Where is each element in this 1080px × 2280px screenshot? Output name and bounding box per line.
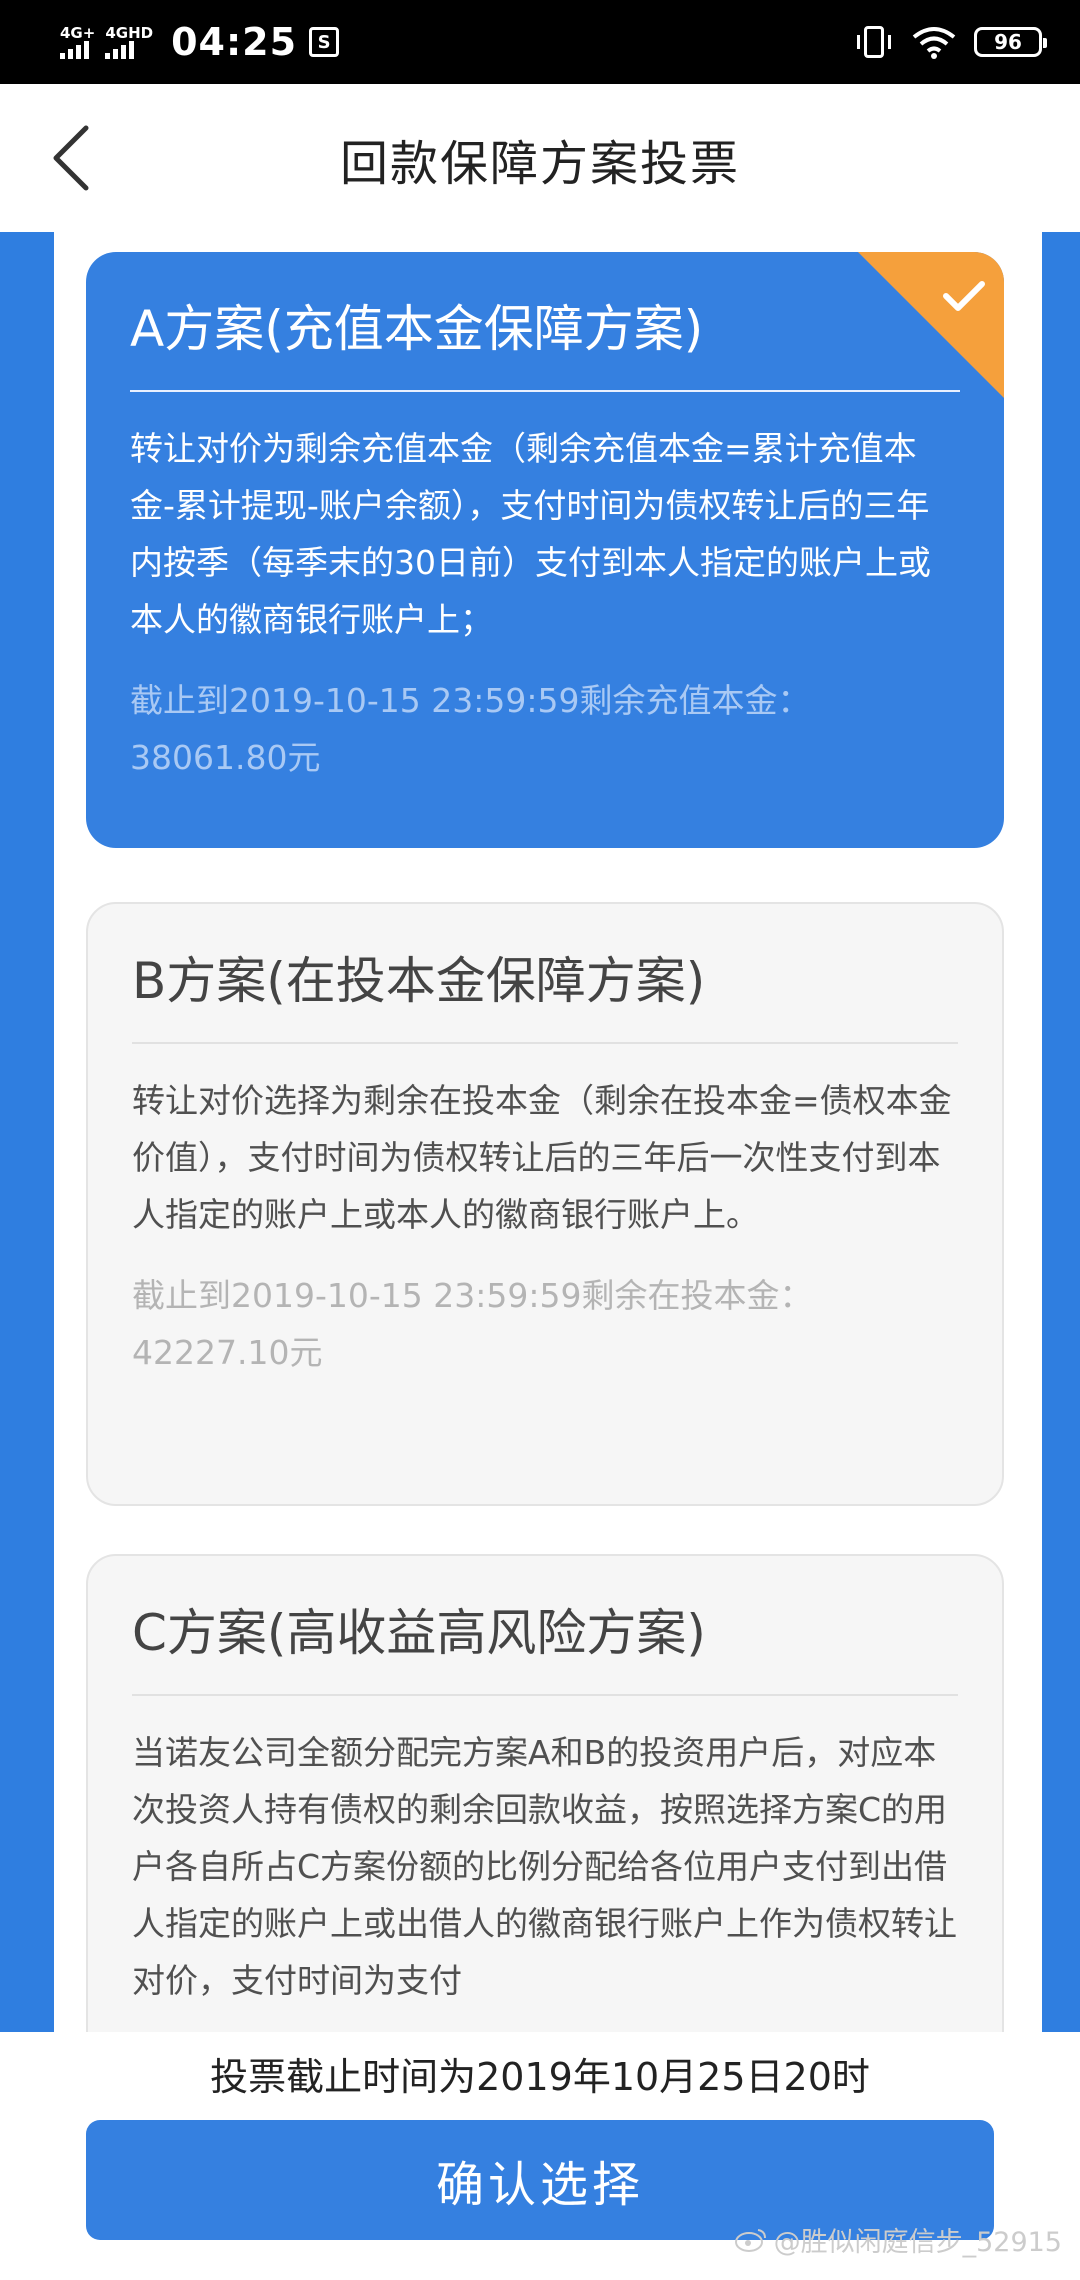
network-label: 4GHD xyxy=(105,24,154,42)
watermark: @胜似闲庭信步_52915 xyxy=(734,2220,1062,2259)
plan-card-c[interactable]: C方案(高收益高风险方案) 当诺友公司全额分配完方案A和B的投资用户后，对应本次… xyxy=(86,1554,1004,2032)
plan-title: B方案(在投本金保障方案) xyxy=(132,952,706,1010)
vote-deadline: 投票截止时间为2019年10月25日20时 xyxy=(210,2055,870,2099)
plan-title: A方案(充值本金保障方案) xyxy=(130,300,704,358)
network-label: 4G+ xyxy=(60,24,96,42)
signal-icon xyxy=(105,41,137,59)
plan-description: 转让对价选择为剩余在投本金（剩余在投本金=债权本金价值），支付时间为债权转让后的… xyxy=(132,1081,952,1234)
battery-icon: 96 xyxy=(974,27,1047,57)
divider xyxy=(130,390,960,392)
check-icon xyxy=(858,252,1004,398)
status-time: 04:25 xyxy=(171,20,298,64)
divider xyxy=(132,1694,958,1696)
network-4g-plus: 4G+ xyxy=(60,25,95,59)
weibo-icon xyxy=(734,2228,766,2252)
status-bar: 4G+ 4GHD 04:25 S 96 xyxy=(0,0,1080,84)
status-left: 4G+ 4GHD 04:25 S xyxy=(60,18,340,66)
watermark-text: @胜似闲庭信步_52915 xyxy=(773,2227,1062,2258)
plan-card-b[interactable]: B方案(在投本金保障方案) 转让对价选择为剩余在投本金（剩余在投本金=债权本金价… xyxy=(86,902,1004,1506)
signal-icon xyxy=(60,41,92,59)
battery-level: 96 xyxy=(994,30,1022,54)
status-right: 96 xyxy=(857,20,1047,64)
wifi-icon xyxy=(912,27,956,59)
plan-title: C方案(高收益高风险方案) xyxy=(132,1604,706,1662)
nav-bar: 回款保障方案投票 xyxy=(0,84,1080,233)
divider xyxy=(132,1042,958,1044)
plan-description: 当诺友公司全额分配完方案A和B的投资用户后，对应本次投资人持有债权的剩余回款收益… xyxy=(132,1733,957,2000)
network-4ghd: 4GHD xyxy=(105,25,153,59)
notification-icon: S xyxy=(309,27,340,57)
plan-description: 转让对价为剩余充值本金（剩余充值本金=累计充值本金-累计提现-账户余额），支付时… xyxy=(130,429,931,639)
vibrate-icon xyxy=(857,26,891,58)
plan-list-area[interactable]: A方案(充值本金保障方案) 转让对价为剩余充值本金（剩余充值本金=累计充值本金-… xyxy=(0,232,1080,2032)
plan-balance: 截止到2019-10-15 23:59:59剩余充值本金：38061.80元 xyxy=(130,681,811,777)
plan-card-a[interactable]: A方案(充值本金保障方案) 转让对价为剩余充值本金（剩余充值本金=累计充值本金-… xyxy=(86,252,1004,848)
plan-list: A方案(充值本金保障方案) 转让对价为剩余充值本金（剩余充值本金=累计充值本金-… xyxy=(54,232,1042,2032)
plan-balance: 截止到2019-10-15 23:59:59剩余在投本金：42227.10元 xyxy=(132,1276,813,1372)
page-title: 回款保障方案投票 xyxy=(339,136,740,192)
